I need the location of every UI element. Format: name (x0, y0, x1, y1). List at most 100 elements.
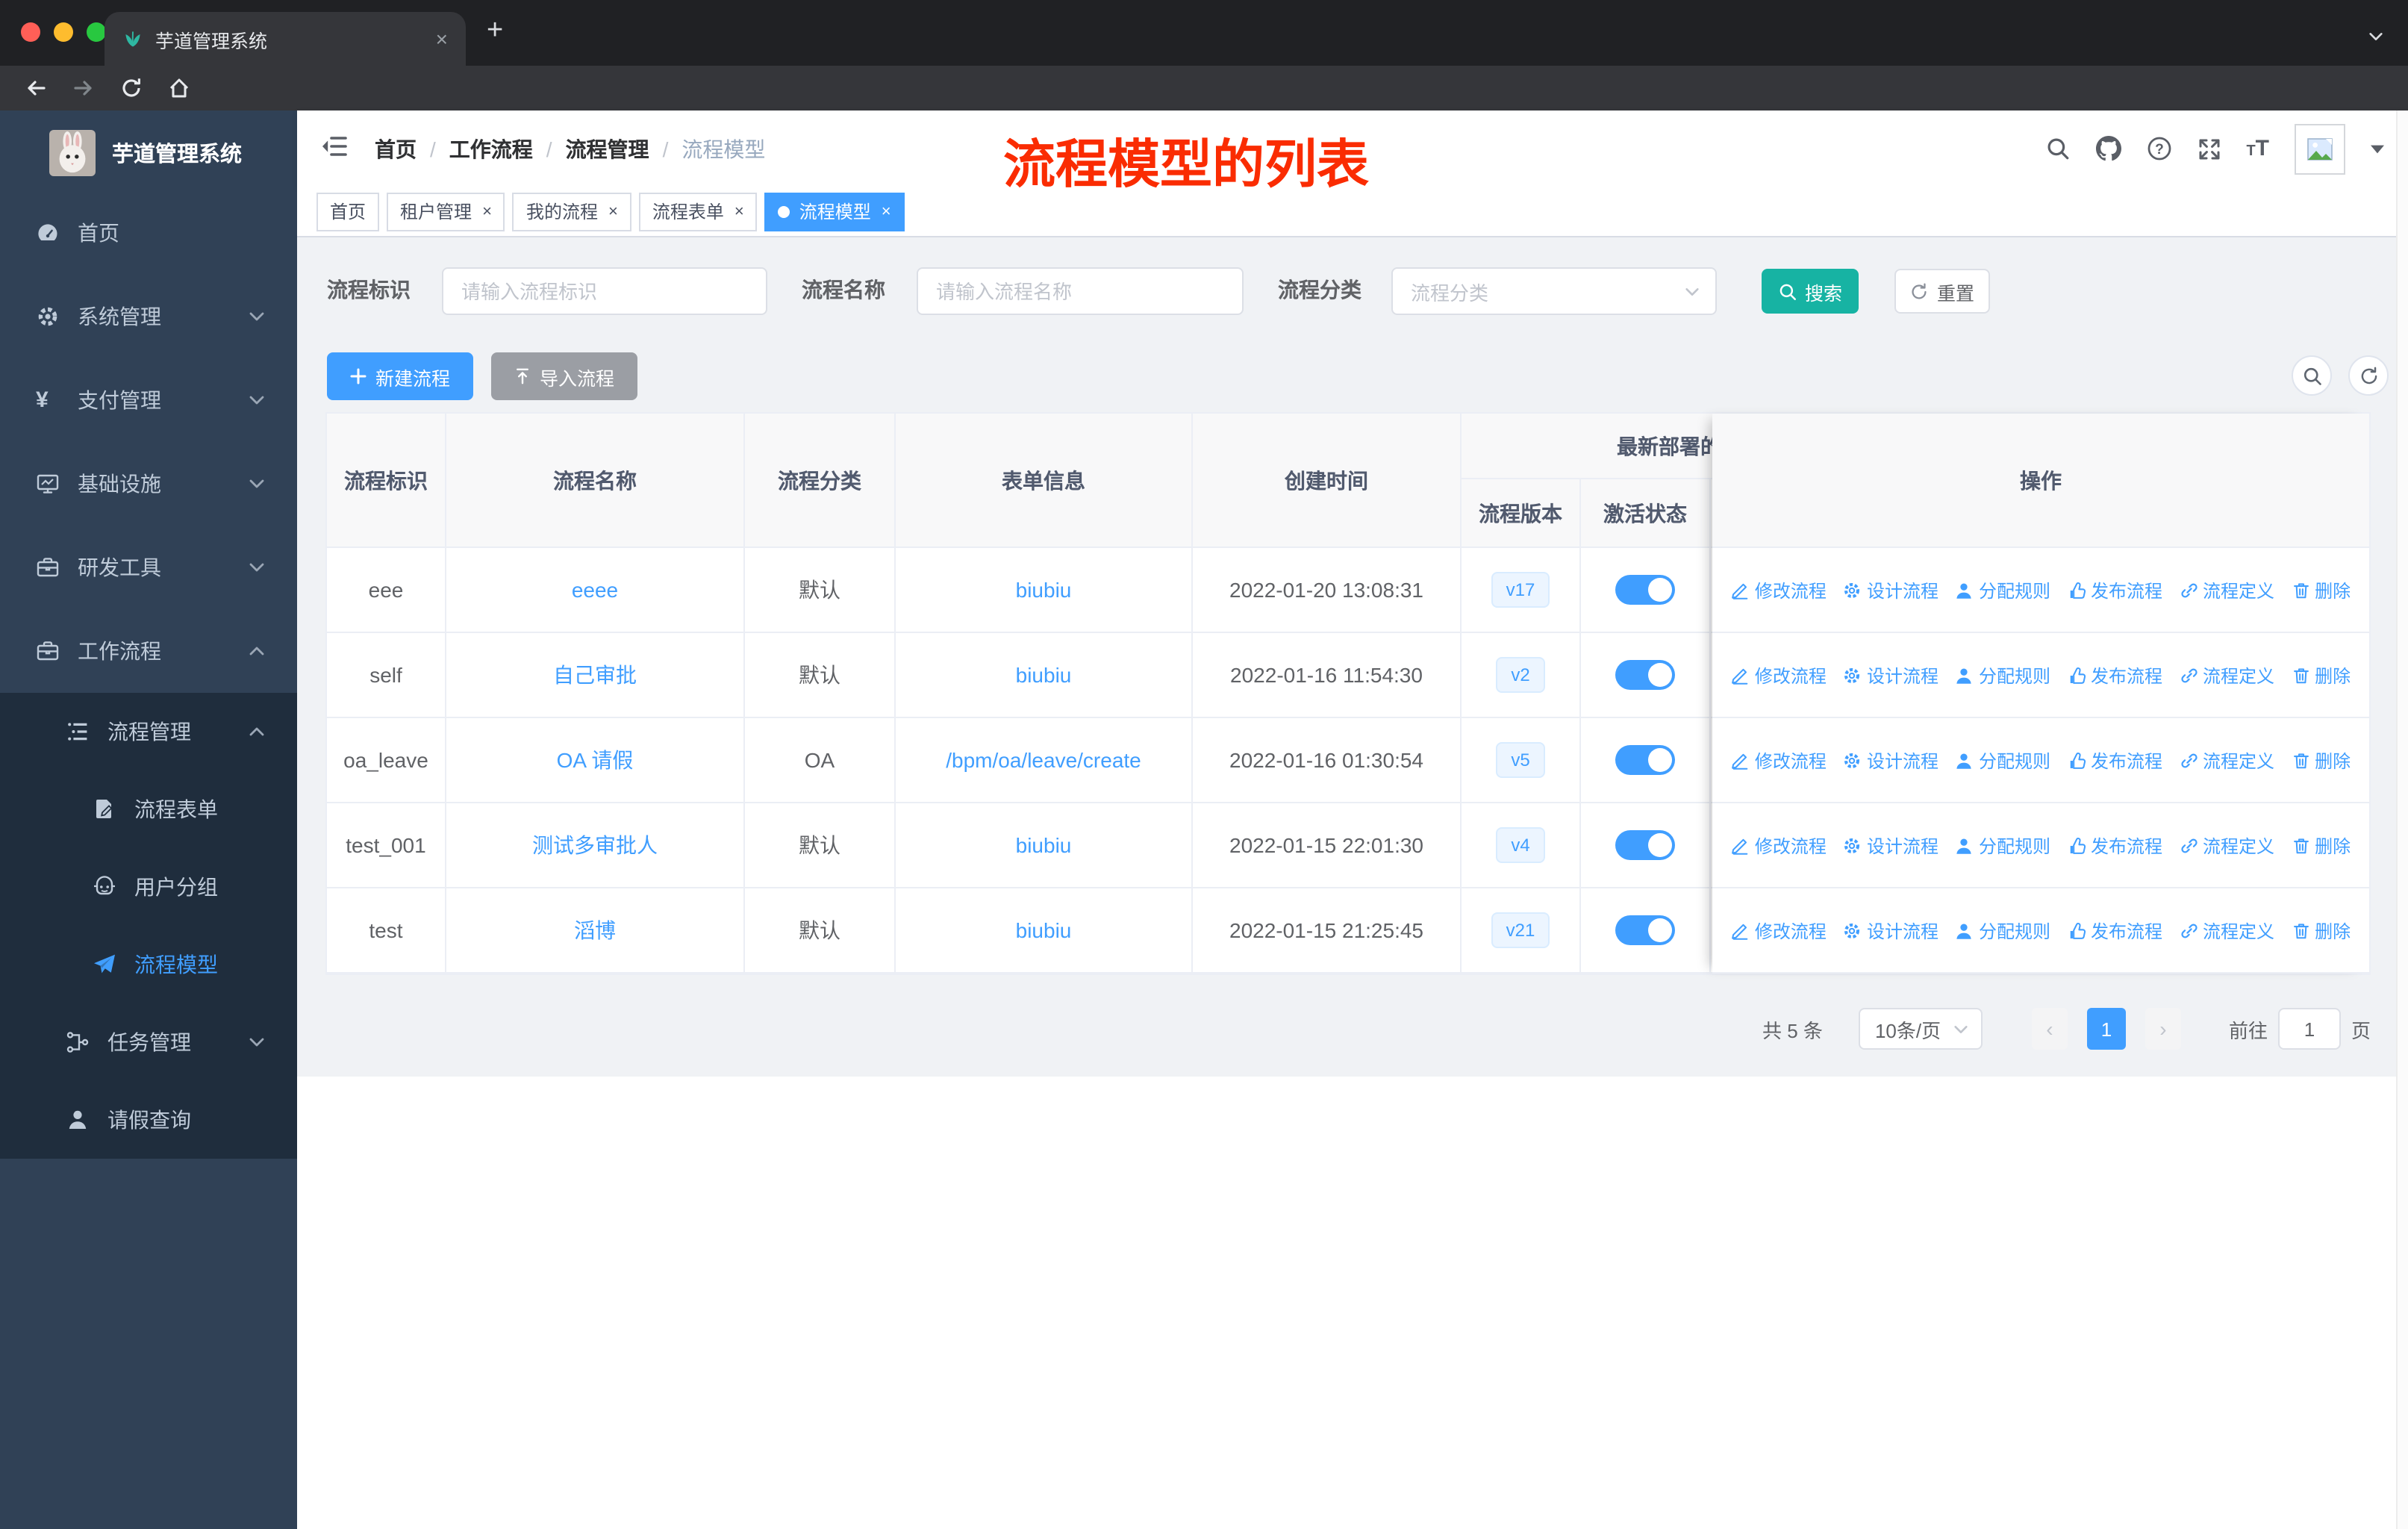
sidebar-item-process-model[interactable]: 流程模型 (0, 926, 297, 1003)
process-name-link[interactable]: eeee (572, 578, 618, 602)
reset-button[interactable]: 重置 (1894, 269, 1990, 314)
design-process-link[interactable]: 设计流程 (1843, 747, 1938, 773)
refresh-table-button[interactable] (2348, 355, 2389, 396)
back-icon[interactable] (24, 76, 48, 100)
sidebar-item-devtools[interactable]: 研发工具 (0, 526, 297, 609)
delete-link[interactable]: 删除 (2291, 662, 2351, 688)
tag-close-icon[interactable]: × (734, 202, 744, 220)
sidebar-item-system[interactable]: 系统管理 (0, 275, 297, 358)
breadcrumb-workflow[interactable]: 工作流程 (449, 134, 533, 164)
tag-close-icon[interactable]: × (482, 202, 492, 220)
modify-process-link[interactable]: 修改流程 (1731, 577, 1827, 602)
process-definition-link[interactable]: 流程定义 (2179, 662, 2274, 688)
sidebar-item-home[interactable]: 首页 (0, 191, 297, 275)
delete-link[interactable]: 删除 (2291, 832, 2351, 858)
forward-icon[interactable] (72, 76, 96, 100)
tag-process-model[interactable]: 流程模型 × (764, 192, 905, 231)
github-icon[interactable] (2095, 136, 2121, 161)
delete-link[interactable]: 删除 (2291, 577, 2351, 602)
active-toggle[interactable] (1615, 745, 1675, 775)
modify-process-link[interactable]: 修改流程 (1731, 918, 1827, 943)
goto-page-input[interactable] (2277, 1008, 2341, 1050)
sidebar-item-infrastructure[interactable]: 基础设施 (0, 442, 297, 526)
page-number-current[interactable]: 1 (2086, 1008, 2126, 1050)
filter-name-input[interactable] (917, 267, 1244, 315)
design-process-link[interactable]: 设计流程 (1843, 832, 1938, 858)
process-definition-link[interactable]: 流程定义 (2179, 577, 2274, 602)
tag-home[interactable]: 首页 (316, 192, 380, 231)
help-icon[interactable] (2146, 136, 2171, 161)
filter-key-input[interactable] (442, 267, 767, 315)
sidebar-item-process-form[interactable]: 流程表单 (0, 770, 297, 848)
form-info-link[interactable]: /bpm/oa/leave/create (946, 748, 1141, 772)
form-info-link[interactable]: biubiu (1016, 833, 1072, 857)
search-icon[interactable] (2044, 136, 2070, 161)
sidebar-item-workflow[interactable]: 工作流程 (0, 609, 297, 693)
process-definition-link[interactable]: 流程定义 (2179, 918, 2274, 943)
tag-my-process[interactable]: 我的流程 × (512, 192, 631, 231)
prev-page-button[interactable]: ‹ (2031, 1008, 2068, 1050)
home-icon[interactable] (167, 76, 191, 100)
avatar-caret-icon[interactable] (2371, 144, 2384, 153)
breadcrumb-process-management[interactable]: 流程管理 (566, 134, 649, 164)
assign-rule-link[interactable]: 分配规则 (1955, 832, 2050, 858)
sidebar-fold-icon[interactable] (321, 134, 348, 158)
process-name-link[interactable]: 测试多审批人 (532, 830, 658, 860)
sidebar-logo[interactable]: 芋道管理系统 (0, 110, 297, 194)
publish-process-link[interactable]: 发布流程 (2067, 918, 2162, 943)
font-size-icon[interactable]: TT (2246, 137, 2269, 160)
zoom-window-button[interactable] (87, 22, 106, 42)
new-tab-button[interactable]: + (487, 15, 503, 48)
process-definition-link[interactable]: 流程定义 (2179, 747, 2274, 773)
search-button[interactable]: 搜索 (1762, 269, 1859, 314)
tag-close-icon[interactable]: × (882, 202, 891, 220)
page-size-select[interactable]: 10条/页 (1858, 1008, 1983, 1050)
close-window-button[interactable] (21, 22, 40, 42)
modify-process-link[interactable]: 修改流程 (1731, 747, 1827, 773)
tab-search-chevron-icon[interactable] (2368, 28, 2384, 45)
form-info-link[interactable]: biubiu (1016, 578, 1072, 602)
active-toggle[interactable] (1615, 915, 1675, 945)
assign-rule-link[interactable]: 分配规则 (1955, 577, 2050, 602)
show-search-button[interactable] (2292, 355, 2332, 396)
sidebar-item-leave-query[interactable]: 请假查询 (0, 1081, 297, 1159)
next-page-button[interactable]: › (2145, 1008, 2181, 1050)
assign-rule-link[interactable]: 分配规则 (1955, 662, 2050, 688)
delete-link[interactable]: 删除 (2291, 918, 2351, 943)
design-process-link[interactable]: 设计流程 (1843, 918, 1938, 943)
tag-process-form[interactable]: 流程表单 × (638, 192, 758, 231)
modify-process-link[interactable]: 修改流程 (1731, 662, 1827, 688)
tag-tenant[interactable]: 租户管理 × (387, 192, 505, 231)
active-toggle[interactable] (1615, 660, 1675, 690)
process-name-link[interactable]: 滔博 (574, 915, 616, 945)
active-toggle[interactable] (1615, 575, 1675, 605)
design-process-link[interactable]: 设计流程 (1843, 662, 1938, 688)
design-process-link[interactable]: 设计流程 (1843, 577, 1938, 602)
form-info-link[interactable]: biubiu (1016, 663, 1072, 687)
tag-close-icon[interactable]: × (608, 202, 618, 220)
sidebar-item-process-management[interactable]: 流程管理 (0, 693, 297, 770)
tab-close-icon[interactable]: × (436, 28, 448, 49)
form-info-link[interactable]: biubiu (1016, 918, 1072, 942)
modify-process-link[interactable]: 修改流程 (1731, 832, 1827, 858)
create-process-button[interactable]: 新建流程 (327, 352, 473, 400)
reload-icon[interactable] (119, 76, 143, 100)
publish-process-link[interactable]: 发布流程 (2067, 577, 2162, 602)
process-name-link[interactable]: OA 请假 (557, 745, 634, 775)
page-scrollbar[interactable] (2396, 110, 2408, 1529)
publish-process-link[interactable]: 发布流程 (2067, 832, 2162, 858)
import-process-button[interactable]: 导入流程 (491, 352, 637, 400)
browser-tab[interactable]: 芋道管理系统 × (105, 12, 466, 66)
process-definition-link[interactable]: 流程定义 (2179, 832, 2274, 858)
fullscreen-icon[interactable] (2197, 137, 2221, 161)
delete-link[interactable]: 删除 (2291, 747, 2351, 773)
user-avatar[interactable] (2295, 123, 2345, 174)
publish-process-link[interactable]: 发布流程 (2067, 747, 2162, 773)
sidebar-item-payment[interactable]: ¥ 支付管理 (0, 358, 297, 442)
publish-process-link[interactable]: 发布流程 (2067, 662, 2162, 688)
filter-category-select[interactable]: 流程分类 (1391, 267, 1717, 315)
process-name-link[interactable]: 自己审批 (553, 660, 637, 690)
assign-rule-link[interactable]: 分配规则 (1955, 747, 2050, 773)
minimize-window-button[interactable] (54, 22, 73, 42)
sidebar-item-user-group[interactable]: 用户分组 (0, 848, 297, 926)
